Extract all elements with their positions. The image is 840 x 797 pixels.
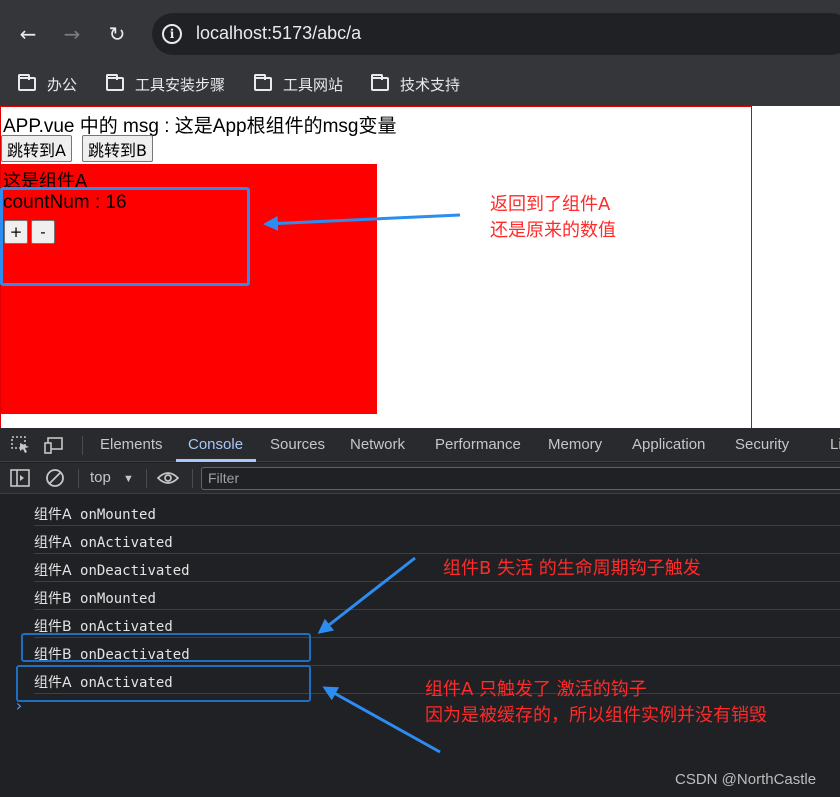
context-select[interactable]: top ▼ xyxy=(90,469,134,486)
folder-icon xyxy=(371,74,389,91)
annotation-top-line1: 返回到了组件A xyxy=(490,194,611,215)
active-tab-indicator xyxy=(176,459,256,462)
bookmark-tool-sites[interactable]: 工具网站 xyxy=(254,72,343,96)
bookmark-label: 技术支持 xyxy=(400,75,461,94)
counter-highlight-box xyxy=(0,187,250,286)
bookmark-label: 工具安装步骤 xyxy=(135,75,226,94)
tab-security[interactable]: Security xyxy=(735,436,789,453)
tab-lighthouse[interactable]: Li xyxy=(830,436,840,453)
clear-console-icon[interactable] xyxy=(44,468,66,488)
log-row: 组件B onMounted xyxy=(34,582,840,610)
url-text[interactable]: localhost:5173/abc/a xyxy=(196,23,361,44)
tab-performance[interactable]: Performance xyxy=(435,436,521,453)
address-bar[interactable]: i localhost:5173/abc/a xyxy=(152,13,840,55)
go-to-a-button[interactable]: 跳转到A xyxy=(1,135,72,162)
bookmark-tool-install[interactable]: 工具安装步骤 xyxy=(106,72,225,96)
folder-icon xyxy=(106,74,124,91)
log-row: 组件A onDeactivated xyxy=(34,554,840,582)
tab-elements[interactable]: Elements xyxy=(100,436,163,453)
activated-highlight-box xyxy=(16,665,311,702)
deactivated-highlight-box xyxy=(21,633,311,662)
annotation-top-line2: 还是原来的数值 xyxy=(490,220,616,241)
bookmark-tech-support[interactable]: 技术支持 xyxy=(371,72,460,96)
watermark: CSDN @NorthCastle xyxy=(675,771,817,788)
reload-icon[interactable]: ↻ xyxy=(103,20,131,48)
inspect-element-icon[interactable] xyxy=(10,435,32,455)
tab-memory[interactable]: Memory xyxy=(548,436,602,453)
folder-icon xyxy=(254,74,272,91)
folder-icon xyxy=(18,74,36,91)
console-prompt[interactable]: › xyxy=(14,696,24,715)
tab-network[interactable]: Network xyxy=(350,436,405,453)
divider xyxy=(82,436,83,455)
annotation-mid: 组件B 失活 的生命周期钩子触发 xyxy=(443,558,701,579)
bookmark-label: 工具网站 xyxy=(283,75,344,94)
back-arrow-icon[interactable]: ← xyxy=(14,20,42,48)
context-value: top xyxy=(90,469,111,486)
devtools-tab-bar: Elements Console Sources Network Perform… xyxy=(0,428,840,462)
browser-toolbar: ← → ↻ i localhost:5173/abc/a xyxy=(0,0,840,64)
log-row: 组件A onMounted xyxy=(34,498,840,526)
tab-application[interactable]: Application xyxy=(632,436,705,453)
filter-input[interactable]: Filter xyxy=(201,467,840,490)
page-viewport: APP.vue 中的 msg : 这是App根组件的msg变量 跳转到A 跳转到… xyxy=(0,106,840,428)
bookmark-office[interactable]: 办公 xyxy=(18,72,77,96)
eye-icon[interactable] xyxy=(157,468,179,488)
devtools-panel: Elements Console Sources Network Perform… xyxy=(0,428,840,797)
divider xyxy=(146,469,147,488)
log-row: 组件A onActivated xyxy=(34,526,840,554)
annotation-bottom-line1: 组件A 只触发了 激活的钩子 xyxy=(425,679,647,700)
chevron-down-icon: ▼ xyxy=(123,473,134,485)
divider xyxy=(192,469,193,488)
sidebar-toggle-icon[interactable] xyxy=(9,468,31,488)
go-to-b-button[interactable]: 跳转到B xyxy=(82,135,153,162)
app-msg-text: APP.vue 中的 msg : 这是App根组件的msg变量 xyxy=(3,116,397,137)
tab-sources[interactable]: Sources xyxy=(270,436,325,453)
divider xyxy=(78,469,79,488)
tab-console[interactable]: Console xyxy=(188,436,243,453)
forward-arrow-icon[interactable]: → xyxy=(58,20,86,48)
site-info-icon[interactable]: i xyxy=(162,24,182,44)
bookmarks-bar: 办公 工具安装步骤 工具网站 技术支持 xyxy=(0,64,840,106)
annotation-bottom-line2: 因为是被缓存的，所以组件实例并没有销毁 xyxy=(425,705,767,726)
console-toolbar: top ▼ Filter xyxy=(0,463,840,494)
bookmark-label: 办公 xyxy=(47,75,78,94)
device-toolbar-icon[interactable] xyxy=(44,435,66,455)
